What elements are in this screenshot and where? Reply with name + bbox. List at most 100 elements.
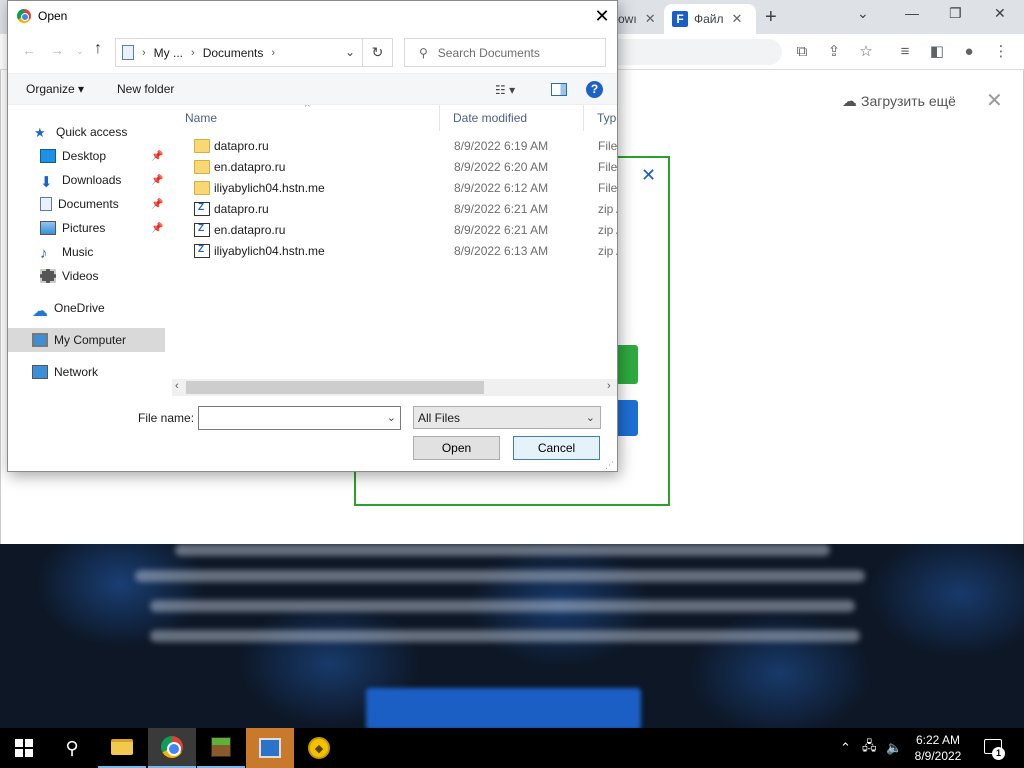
profile-icon[interactable]: ● <box>958 41 980 63</box>
new-tab-button[interactable]: + <box>765 6 777 29</box>
pin-icon[interactable]: 📌 <box>151 151 163 162</box>
upload-more-label: Загрузить ещё <box>861 93 956 109</box>
file-type-select[interactable]: All Files ⌄ <box>413 406 601 429</box>
breadcrumb-item[interactable]: My ... <box>154 46 183 60</box>
chevron-down-icon[interactable]: ⌄ <box>387 411 396 424</box>
restore-icon[interactable]: ❐ <box>949 5 962 22</box>
volume-icon[interactable]: 🔈 <box>886 728 902 768</box>
taskbar-minecraft[interactable] <box>197 728 245 768</box>
file-name-input[interactable]: ⌄ <box>198 406 401 430</box>
chevron-down-icon: ⌄ <box>585 412 595 424</box>
open-button[interactable]: Open <box>413 436 500 460</box>
breadcrumb-item[interactable]: Documents <box>203 46 264 60</box>
nav-item-documents[interactable]: Documents 📌 <box>8 192 165 216</box>
back-arrow-icon[interactable]: ← <box>22 42 36 58</box>
recent-locations-icon[interactable]: ⌄ <box>76 46 84 57</box>
view-options-icon[interactable]: ☷ ▾ <box>495 83 515 97</box>
upload-more-button[interactable]: ☁ Загрузить ещё <box>842 92 956 110</box>
chrome-icon <box>161 736 183 758</box>
chevron-down-icon[interactable]: ⌄ <box>338 39 362 66</box>
nav-item-label: Desktop <box>62 149 107 163</box>
nav-item-downloads[interactable]: ⬇ Downloads 📌 <box>8 168 165 192</box>
nav-item-network[interactable]: Network <box>8 360 165 384</box>
side-panel-icon[interactable]: ◧ <box>926 41 948 63</box>
tab-search-icon[interactable]: ⌄ <box>857 5 869 22</box>
media-icon[interactable]: ≡ <box>894 41 916 63</box>
taskbar-chrome[interactable] <box>148 728 196 768</box>
dialog-nav-row: ← → ⌄ ↑ › My ... › Documents › ⌄ ↻ ⚲ Sea… <box>8 32 617 72</box>
menu-icon[interactable]: ⋮ <box>990 41 1012 63</box>
taskbar-file-explorer[interactable] <box>98 728 146 768</box>
column-header-date[interactable]: Date modified <box>440 105 584 131</box>
close-icon[interactable]: ✕ <box>986 88 1003 113</box>
nav-item-quick-access[interactable]: ★ Quick access <box>8 120 165 144</box>
file-row[interactable]: iliyabylich04.hstn.me 8/9/2022 6:12 AM F… <box>172 178 617 199</box>
scroll-left-icon[interactable]: ‹ <box>175 380 179 392</box>
close-icon[interactable]: ✕ <box>645 11 656 27</box>
video-icon <box>40 269 56 283</box>
app-icon: ◆ <box>308 737 330 759</box>
horizontal-scrollbar[interactable]: ‹ › <box>172 379 617 396</box>
scrollbar-thumb[interactable] <box>186 381 484 394</box>
folder-icon <box>194 160 210 174</box>
window-close-icon[interactable]: ✕ <box>994 5 1006 22</box>
dialog-close-button[interactable]: ✕ <box>588 4 616 28</box>
file-row[interactable]: en.datapro.ru 8/9/2022 6:20 AM File fo <box>172 157 617 178</box>
file-type: File fo <box>598 181 617 195</box>
nav-item-desktop[interactable]: Desktop 📌 <box>8 144 165 168</box>
clock-date: 8/9/2022 <box>914 749 962 763</box>
bookmark-star-icon[interactable]: ☆ <box>855 41 877 63</box>
column-header-name[interactable]: Name <box>172 105 440 131</box>
tray-chevron-icon[interactable]: ⌃ <box>840 728 851 768</box>
nav-item-label: Pictures <box>62 221 106 235</box>
translate-icon[interactable]: ⧉ <box>791 41 813 63</box>
search-button[interactable]: ⚲ <box>48 728 96 768</box>
file-row[interactable]: datapro.ru 8/9/2022 6:19 AM File fo <box>172 136 617 157</box>
minimize-icon[interactable]: — <box>905 5 919 21</box>
nav-item-videos[interactable]: Videos <box>8 264 165 288</box>
search-icon: ⚲ <box>419 45 428 60</box>
up-arrow-icon[interactable]: ↑ <box>94 40 102 58</box>
nav-item-music[interactable]: ♪ Music <box>8 240 165 264</box>
nav-item-my-computer[interactable]: My Computer <box>8 328 165 352</box>
dialog-title-bar[interactable]: Open ✕ <box>8 1 617 32</box>
computer-icon <box>32 333 48 347</box>
modal-close-icon[interactable]: ✕ <box>641 165 656 186</box>
close-icon[interactable]: ✕ <box>732 11 743 27</box>
nav-item-onedrive[interactable]: ☁ OneDrive <box>8 296 165 320</box>
file-type: File fo <box>598 160 617 174</box>
pin-icon[interactable]: 📌 <box>151 175 163 186</box>
pin-icon[interactable]: 📌 <box>151 199 163 210</box>
pictures-icon <box>40 221 56 235</box>
search-input[interactable]: ⚲ Search Documents <box>404 38 606 67</box>
forward-arrow-icon[interactable]: → <box>50 42 64 58</box>
star-icon: ★ <box>34 125 46 140</box>
pin-icon[interactable]: 📌 <box>151 223 163 234</box>
breadcrumb[interactable]: › My ... › Documents › ⌄ <box>115 38 363 67</box>
new-folder-button[interactable]: New folder <box>117 82 174 96</box>
file-row[interactable]: en.datapro.ru 8/9/2022 6:21 AM zip A <box>172 220 617 241</box>
blurred-text-line <box>175 544 830 556</box>
taskbar-yellow-app[interactable]: ◆ <box>295 728 343 768</box>
network-icon[interactable]: 🖧 <box>862 728 877 768</box>
blurred-upload-button <box>366 688 641 728</box>
nav-item-pictures[interactable]: Pictures 📌 <box>8 216 165 240</box>
network-icon <box>32 365 48 379</box>
address-bar[interactable] <box>612 39 782 65</box>
organize-button[interactable]: Organize ▾ <box>26 82 84 96</box>
scroll-right-icon[interactable]: › <box>607 380 611 392</box>
taskbar-computer-app[interactable] <box>246 728 294 768</box>
file-row[interactable]: iliyabylich04.hstn.me 8/9/2022 6:13 AM z… <box>172 241 617 262</box>
zip-icon <box>194 202 210 216</box>
cancel-button[interactable]: Cancel <box>513 436 600 460</box>
share-icon[interactable]: ⇪ <box>823 41 845 63</box>
column-header-type[interactable]: Type <box>584 105 617 131</box>
refresh-button[interactable]: ↻ <box>363 38 393 67</box>
file-row[interactable]: datapro.ru 8/9/2022 6:21 AM zip A <box>172 199 617 220</box>
resize-grip-icon[interactable]: ⋰ <box>605 460 614 471</box>
browser-tab-active[interactable]: F Файл ✕ <box>664 4 756 34</box>
start-button[interactable] <box>0 728 48 768</box>
help-icon[interactable]: ? <box>586 81 603 98</box>
preview-pane-icon[interactable] <box>551 83 567 96</box>
clock[interactable]: 6:22 AM 8/9/2022 <box>910 732 966 764</box>
